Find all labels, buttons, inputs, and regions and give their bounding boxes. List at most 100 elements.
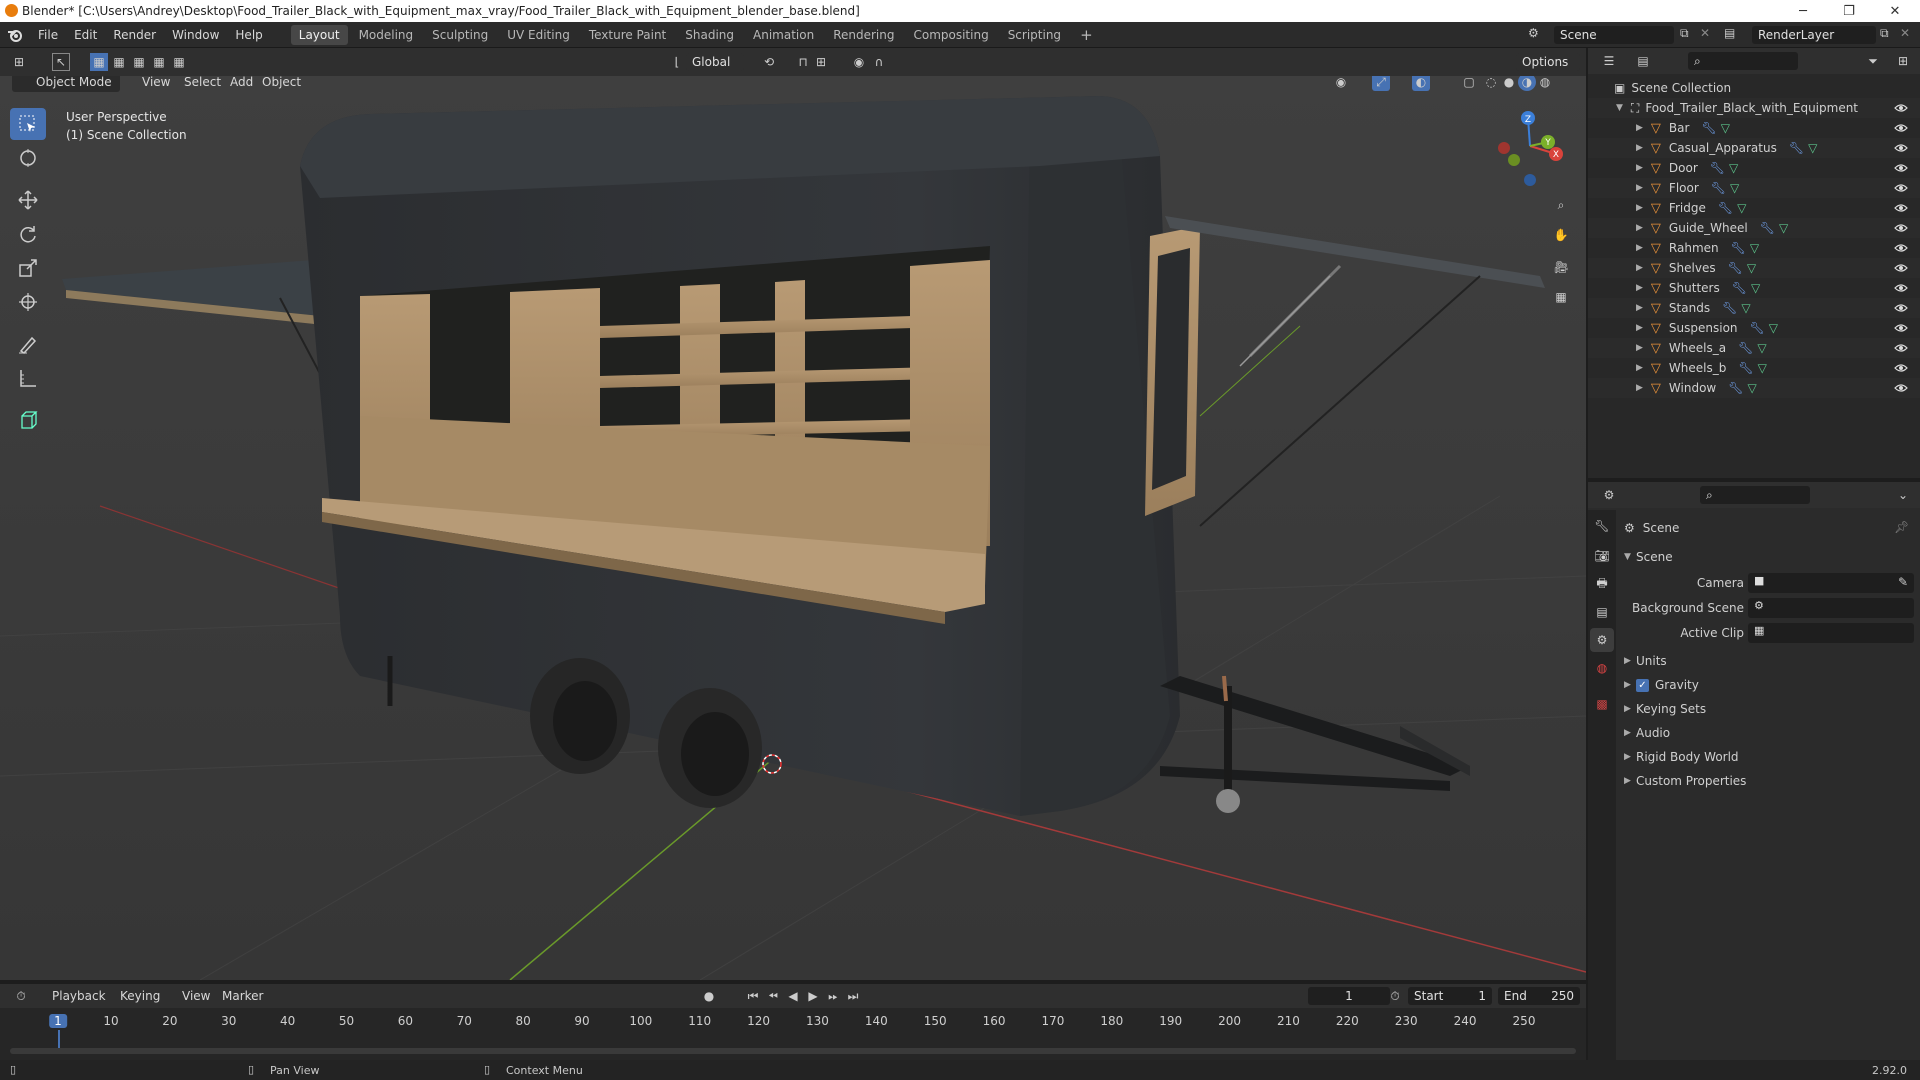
select-new-icon[interactable]: ▦ xyxy=(90,53,108,71)
mesh-data-icon[interactable]: ▽ xyxy=(1737,201,1746,215)
expand-arrow-icon[interactable]: ▶ xyxy=(1636,283,1643,293)
visibility-eye-icon[interactable] xyxy=(1894,381,1908,395)
mesh-data-icon[interactable]: ▽ xyxy=(1747,261,1756,275)
move-tool[interactable] xyxy=(10,184,46,216)
tab-modeling[interactable]: Modeling xyxy=(351,25,422,45)
add-workspace-button[interactable]: + xyxy=(1072,25,1101,45)
select-subtract-icon[interactable]: ▦ xyxy=(130,53,148,71)
property-value-field[interactable]: ⚙ xyxy=(1748,598,1914,618)
select-invert-icon[interactable]: ▦ xyxy=(150,53,168,71)
mesh-data-icon[interactable]: ▽ xyxy=(1741,301,1750,315)
texture-tab-icon[interactable]: ▩ xyxy=(1590,692,1614,716)
timeline-scrollbar[interactable] xyxy=(10,1048,1576,1054)
world-tab-icon[interactable]: ◍ xyxy=(1590,656,1614,680)
outliner-object-row[interactable]: ▶ ▽ Stands 🔧︎ ▽ xyxy=(1588,298,1920,318)
rotate-tool[interactable] xyxy=(10,218,46,250)
pivot-point-icon[interactable]: ⟲ xyxy=(760,53,778,71)
new-scene-icon[interactable]: ⧉ xyxy=(1680,26,1689,41)
editor-type-icon[interactable]: ⊞ xyxy=(10,53,28,71)
visibility-eye-icon[interactable] xyxy=(1894,361,1908,375)
visibility-eye-icon[interactable] xyxy=(1894,181,1908,195)
visibility-icon[interactable]: ◉ xyxy=(1332,76,1350,91)
expand-arrow-icon[interactable]: ▶ xyxy=(1636,363,1643,373)
visibility-eye-icon[interactable] xyxy=(1894,161,1908,175)
gravity-checkbox[interactable]: ✓ xyxy=(1636,678,1649,692)
property-value-field[interactable]: ■ ✎ xyxy=(1748,573,1914,593)
proportional-edit-icon[interactable]: ◉ xyxy=(850,53,868,71)
close-button[interactable]: ✕ xyxy=(1872,0,1918,22)
display-mode-icon[interactable]: ▤ xyxy=(1634,52,1652,70)
zoom-icon[interactable]: ⌕ xyxy=(1548,192,1574,218)
render-tab-icon[interactable]: 📷︎ xyxy=(1590,544,1614,568)
add-cube-tool[interactable] xyxy=(10,404,46,436)
menu-help[interactable]: Help xyxy=(227,24,270,46)
wireframe-shading-icon[interactable]: ◌ xyxy=(1482,76,1500,91)
expand-arrow-icon[interactable]: ▶ xyxy=(1636,343,1643,353)
select-box-tool[interactable] xyxy=(10,108,46,140)
menu-object[interactable]: Object xyxy=(256,76,307,92)
mesh-data-icon[interactable]: ▽ xyxy=(1751,281,1760,295)
preview-range-icon[interactable]: ⏱ xyxy=(1386,987,1404,1005)
play-reverse-icon[interactable]: ◀ xyxy=(784,987,802,1005)
scene-tab-icon[interactable]: ⚙ xyxy=(1590,628,1614,652)
outliner-object-row[interactable]: ▶ ▽ Guide_Wheel 🔧︎ ▽ xyxy=(1588,218,1920,238)
view-layer-icon[interactable]: ▤ xyxy=(1724,26,1735,40)
maximize-button[interactable]: ❐ xyxy=(1826,0,1872,22)
blender-menu-icon[interactable] xyxy=(0,27,30,43)
modifier-wrench-icon[interactable]: 🔧︎ xyxy=(1710,161,1725,175)
expand-arrow-icon[interactable]: ▶ xyxy=(1636,163,1643,173)
select-intersect-icon[interactable]: ▦ xyxy=(170,53,188,71)
visibility-eye-icon[interactable] xyxy=(1894,241,1908,255)
tab-layout[interactable]: Layout xyxy=(290,24,348,45)
menu-marker[interactable]: Marker xyxy=(216,986,269,1006)
mesh-data-icon[interactable]: ▽ xyxy=(1721,121,1730,135)
modifier-wrench-icon[interactable]: 🔧︎ xyxy=(1728,381,1743,395)
expand-arrow-icon[interactable]: ▶ xyxy=(1636,143,1643,153)
play-icon[interactable]: ▶ xyxy=(804,987,822,1005)
visibility-eye-icon[interactable] xyxy=(1894,261,1908,275)
3d-viewport[interactable]: User Perspective (1) Scene Collection Ob… xyxy=(0,76,1586,980)
snap-target-icon[interactable]: ⊞ xyxy=(812,53,830,71)
visibility-eye-icon[interactable] xyxy=(1894,101,1908,115)
outliner-object-row[interactable]: ▶ ▽ Wheels_a 🔧︎ ▽ xyxy=(1588,338,1920,358)
visibility-eye-icon[interactable] xyxy=(1894,341,1908,355)
modifier-wrench-icon[interactable]: 🔧︎ xyxy=(1718,201,1733,215)
options-dropdown[interactable]: Options xyxy=(1516,53,1580,71)
outliner-collection-row[interactable]: ▼ ⛶ Food_Trailer_Black_with_Equipment xyxy=(1588,98,1920,118)
overlay-toggle-icon[interactable]: ◐ xyxy=(1412,76,1430,91)
eyedropper-icon[interactable]: ✎ xyxy=(1898,575,1908,589)
expand-arrow-icon[interactable]: ▶ xyxy=(1636,323,1643,333)
tab-rendering[interactable]: Rendering xyxy=(825,25,902,45)
annotate-tool[interactable] xyxy=(10,328,46,360)
properties-editor-type-icon[interactable]: ⚙ xyxy=(1600,486,1618,504)
mesh-data-icon[interactable]: ▽ xyxy=(1757,341,1766,355)
mesh-data-icon[interactable]: ▽ xyxy=(1769,321,1778,335)
subpanel-header[interactable]: ▶ Units xyxy=(1624,650,1914,672)
menu-keying[interactable]: Keying xyxy=(114,986,166,1006)
modifier-wrench-icon[interactable]: 🔧︎ xyxy=(1711,181,1726,195)
visibility-eye-icon[interactable] xyxy=(1894,221,1908,235)
expand-arrow-icon[interactable]: ▶ xyxy=(1636,223,1643,233)
modifier-wrench-icon[interactable]: 🔧︎ xyxy=(1731,241,1746,255)
visibility-eye-icon[interactable] xyxy=(1894,121,1908,135)
outliner-object-row[interactable]: ▶ ▽ Suspension 🔧︎ ▽ xyxy=(1588,318,1920,338)
visibility-eye-icon[interactable] xyxy=(1894,141,1908,155)
measure-tool[interactable] xyxy=(10,362,46,394)
scale-tool[interactable] xyxy=(10,252,46,284)
xray-icon[interactable]: ▢ xyxy=(1460,76,1478,91)
property-value-field[interactable]: ▦ xyxy=(1748,623,1914,643)
outliner-object-row[interactable]: ▶ ▽ Shelves 🔧︎ ▽ xyxy=(1588,258,1920,278)
menu-file[interactable]: File xyxy=(30,24,66,46)
visibility-eye-icon[interactable] xyxy=(1894,281,1908,295)
outliner-object-row[interactable]: ▶ ▽ Shutters 🔧︎ ▽ xyxy=(1588,278,1920,298)
rendered-shading-icon[interactable]: ◍ xyxy=(1536,76,1554,91)
subpanel-header[interactable]: ▶ ✓ Gravity xyxy=(1624,674,1914,696)
modifier-wrench-icon[interactable]: 🔧︎ xyxy=(1722,301,1737,315)
new-collection-icon[interactable]: ⊞ xyxy=(1894,52,1912,70)
gizmo-toggle-icon[interactable]: ⤢ xyxy=(1372,76,1390,91)
expand-arrow-icon[interactable]: ▶ xyxy=(1636,263,1643,273)
outliner-object-row[interactable]: ▶ ▽ Bar 🔧︎ ▽ xyxy=(1588,118,1920,138)
outliner-object-row[interactable]: ▶ ▽ Wheels_b 🔧︎ ▽ xyxy=(1588,358,1920,378)
properties-options-icon[interactable]: ⌄ xyxy=(1894,486,1912,504)
tool-tab-icon[interactable]: 🔧︎ xyxy=(1590,514,1614,538)
